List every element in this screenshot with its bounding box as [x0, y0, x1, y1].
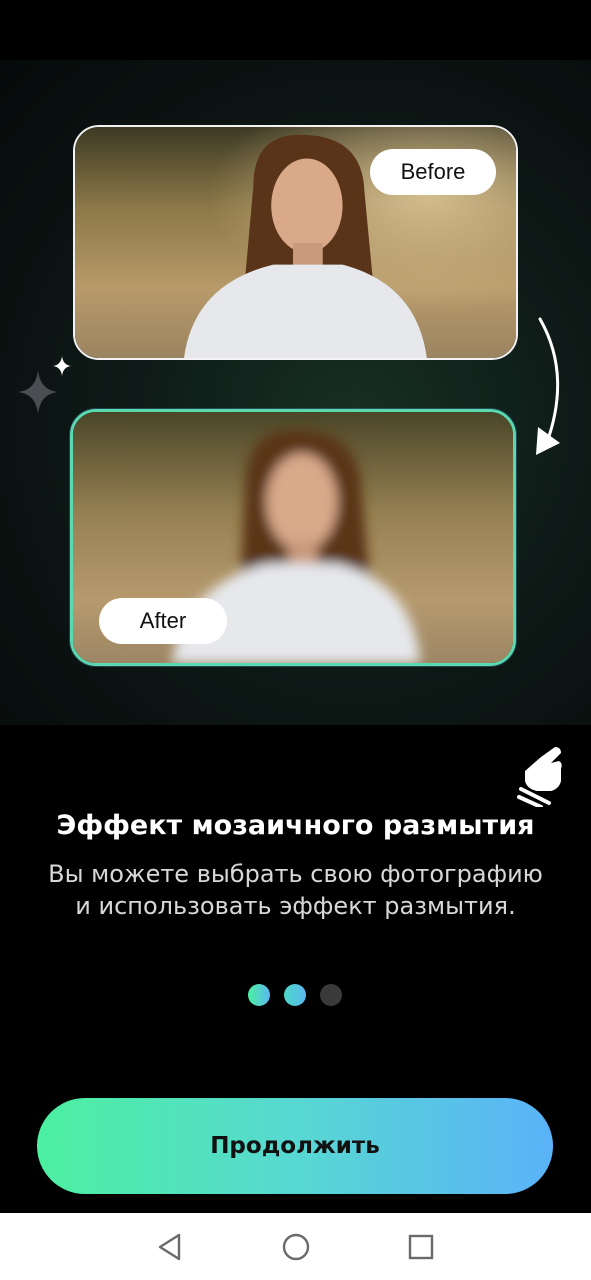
- page-dot-3: [320, 984, 342, 1006]
- after-label: After: [99, 598, 227, 644]
- system-nav-bar: [0, 1213, 591, 1280]
- before-photo: Before: [73, 125, 518, 360]
- curved-arrow-icon: [536, 317, 560, 455]
- tap-hand-icon: [517, 747, 562, 807]
- continue-button[interactable]: Продолжить: [37, 1098, 553, 1194]
- recents-square-icon[interactable]: [405, 1231, 437, 1263]
- status-bar: [0, 0, 591, 60]
- onboarding-description: Вы можете выбрать свою фотографию и испо…: [48, 860, 543, 920]
- before-label: Before: [370, 149, 496, 195]
- onboarding-title: Эффект мозаичного размытия: [56, 810, 535, 841]
- home-circle-icon[interactable]: [280, 1231, 312, 1263]
- back-triangle-icon[interactable]: [154, 1231, 186, 1263]
- page-dot-1: [248, 984, 270, 1006]
- page-indicator: [248, 984, 344, 1006]
- sparkle-icon: [18, 356, 71, 414]
- page-dot-2: [284, 984, 306, 1006]
- after-photo: After: [70, 409, 516, 666]
